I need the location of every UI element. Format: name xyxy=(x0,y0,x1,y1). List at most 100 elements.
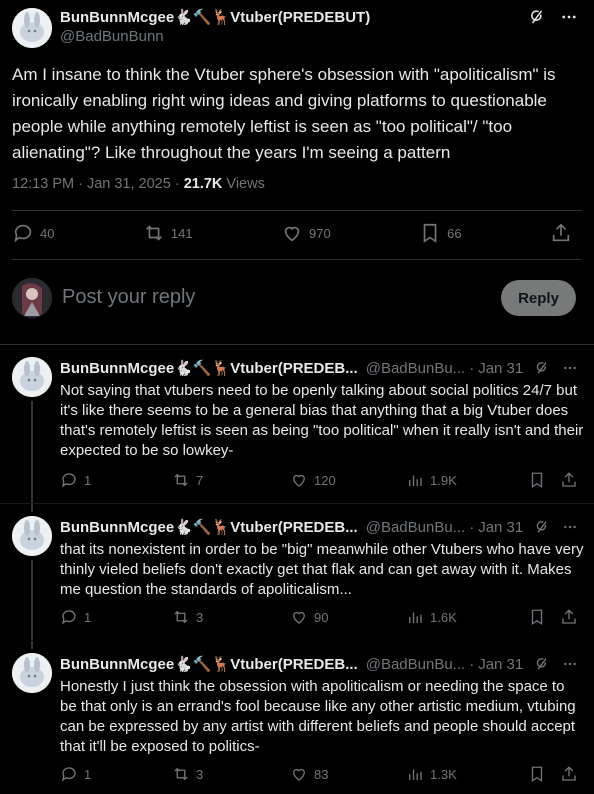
share-icon[interactable] xyxy=(560,608,578,626)
reply-count: 1 xyxy=(84,472,92,488)
more-icon[interactable] xyxy=(562,656,578,672)
reply-action[interactable]: 1 xyxy=(60,608,172,626)
grok-icon[interactable] xyxy=(528,8,546,26)
repost-action[interactable]: 7 xyxy=(172,471,290,489)
like-count: 970 xyxy=(308,225,331,241)
repost-count: 7 xyxy=(196,472,204,488)
share-icon[interactable] xyxy=(560,471,578,489)
separator-dot: · xyxy=(469,518,475,536)
views-action[interactable]: 1.9K xyxy=(406,471,516,489)
like-action[interactable]: 83 xyxy=(290,765,406,783)
bookmark-icon[interactable] xyxy=(528,608,546,626)
reply-author-handle[interactable]: @BadBunBu... xyxy=(366,656,465,673)
repost-icon xyxy=(143,222,165,244)
like-icon xyxy=(281,222,303,244)
more-icon[interactable] xyxy=(562,360,578,376)
share-action[interactable] xyxy=(550,222,572,244)
grok-icon[interactable] xyxy=(534,656,550,672)
reply-author-avatar[interactable] xyxy=(12,516,52,556)
reply-date[interactable]: Jan 31 xyxy=(478,519,523,536)
reply-date[interactable]: Jan 31 xyxy=(478,656,523,673)
reply-header: BunBunnMcgee🐇🔨🦌Vtuber(PREDEB... @BadBunB… xyxy=(60,518,578,536)
reply-input[interactable]: Post your reply xyxy=(62,286,195,309)
views-count: 1.3K xyxy=(430,766,457,782)
repost-action[interactable]: 3 xyxy=(172,608,290,626)
bookmark-action[interactable]: 66 xyxy=(419,222,462,244)
separator-dot: · xyxy=(469,655,475,673)
reply-icon xyxy=(60,765,78,783)
reply-button[interactable]: Reply xyxy=(501,280,576,316)
like-action[interactable]: 90 xyxy=(290,608,406,626)
reply-author-name[interactable]: BunBunnMcgee🐇🔨🦌Vtuber(PREDEB... xyxy=(60,518,358,536)
main-post: BunBunnMcgee🐇🔨🦌Vtuber(PREDEBUT) @BadBunB… xyxy=(0,0,594,344)
reply-action[interactable]: 1 xyxy=(60,765,172,783)
post-meta: 12:13 PM · Jan 31, 2025 · 21.7K Views xyxy=(12,176,265,192)
like-count: 120 xyxy=(314,472,336,488)
reply-count: 1 xyxy=(84,609,92,625)
repost-action[interactable]: 141 xyxy=(143,222,193,244)
reply-composer: Post your reply Reply xyxy=(12,278,576,318)
reply-text: Honestly I just think the obsession with… xyxy=(60,678,576,755)
reply-action[interactable]: 1 xyxy=(60,471,172,489)
author-avatar[interactable] xyxy=(12,8,52,48)
grok-icon[interactable] xyxy=(534,360,550,376)
like-count: 83 xyxy=(314,766,329,782)
reply-header: BunBunnMcgee🐇🔨🦌Vtuber(PREDEB... @BadBunB… xyxy=(60,655,578,673)
author-display-name[interactable]: BunBunnMcgee🐇🔨🦌Vtuber(PREDEBUT) xyxy=(60,8,370,26)
post-actions: 40 141 970 66 xyxy=(12,222,572,244)
reply-actions: 1 3 83 1.3K xyxy=(60,765,578,783)
like-icon xyxy=(290,765,308,783)
repost-count: 141 xyxy=(170,225,193,241)
repost-count: 3 xyxy=(196,609,204,625)
views-icon xyxy=(406,608,424,626)
reply-post[interactable]: BunBunnMcgee🐇🔨🦌Vtuber(PREDEB... @BadBunB… xyxy=(0,504,594,640)
thread-line xyxy=(31,504,33,512)
like-icon xyxy=(290,471,308,489)
reply-post[interactable]: BunBunnMcgee🐇🔨🦌Vtuber(PREDEB... @BadBunB… xyxy=(0,345,594,503)
grok-icon[interactable] xyxy=(534,519,550,535)
views-icon xyxy=(406,471,424,489)
current-user-avatar[interactable] xyxy=(12,278,52,318)
reply-icon xyxy=(60,608,78,626)
share-icon xyxy=(550,222,572,244)
bookmark-icon[interactable] xyxy=(528,471,546,489)
views-count: 1.6K xyxy=(430,609,457,625)
views-action[interactable]: 1.3K xyxy=(406,765,516,783)
repost-count: 3 xyxy=(196,766,204,782)
reply-date[interactable]: Jan 31 xyxy=(478,360,523,377)
reply-count: 1 xyxy=(84,766,92,782)
post-text: Am I insane to think the Vtuber sphere's… xyxy=(12,65,556,162)
like-action[interactable]: 970 xyxy=(281,222,331,244)
reply-author-avatar[interactable] xyxy=(12,653,52,693)
reply-author-avatar[interactable] xyxy=(12,357,52,397)
reply-author-handle[interactable]: @BadBunBu... xyxy=(366,519,465,536)
reply-actions: 1 3 90 1.6K xyxy=(60,608,578,626)
repost-action[interactable]: 3 xyxy=(172,765,290,783)
reply-author-name[interactable]: BunBunnMcgee🐇🔨🦌Vtuber(PREDEB... xyxy=(60,359,358,377)
reply-action[interactable]: 40 xyxy=(12,222,54,244)
reply-text: that its nonexistent in order to be "big… xyxy=(60,541,584,598)
like-action[interactable]: 120 xyxy=(290,471,406,489)
share-icon[interactable] xyxy=(560,765,578,783)
reply-author-name[interactable]: BunBunnMcgee🐇🔨🦌Vtuber(PREDEB... xyxy=(60,655,358,673)
reply-header: BunBunnMcgee🐇🔨🦌Vtuber(PREDEB... @BadBunB… xyxy=(60,359,578,377)
thread-line xyxy=(31,560,33,640)
author-handle[interactable]: @BadBunBunn xyxy=(60,28,164,45)
views-action[interactable]: 1.6K xyxy=(406,608,516,626)
reply-author-handle[interactable]: @BadBunBu... xyxy=(366,360,465,377)
like-icon xyxy=(290,608,308,626)
reply-post[interactable]: BunBunnMcgee🐇🔨🦌Vtuber(PREDEB... @BadBunB… xyxy=(0,641,594,794)
thread-line xyxy=(31,401,33,503)
divider xyxy=(12,259,582,260)
bookmark-count: 66 xyxy=(447,225,462,241)
views-icon xyxy=(406,765,424,783)
more-icon[interactable] xyxy=(562,519,578,535)
post-header-icons xyxy=(528,8,578,26)
reply-count: 40 xyxy=(40,225,55,241)
bookmark-icon[interactable] xyxy=(528,765,546,783)
more-icon[interactable] xyxy=(560,8,578,26)
repost-icon xyxy=(172,471,190,489)
reply-actions: 1 7 120 1.9K xyxy=(60,471,578,489)
view-count: 21.7K xyxy=(183,176,223,192)
post-time[interactable]: 12:13 PM · Jan 31, 2025 · xyxy=(12,176,184,192)
